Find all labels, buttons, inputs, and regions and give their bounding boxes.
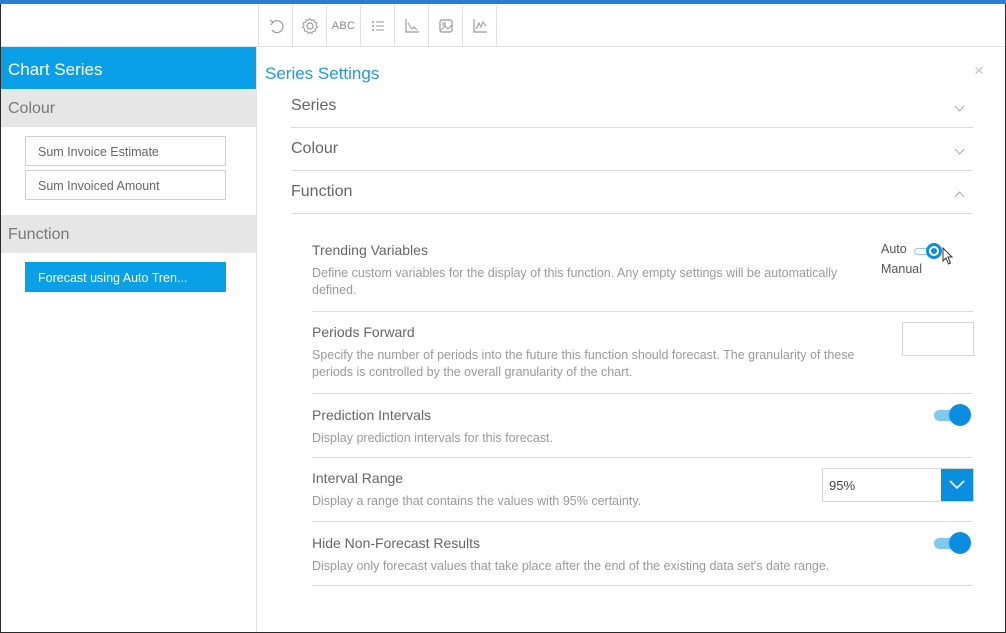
chart-toolbar: ABC <box>258 5 497 46</box>
accordion-series-label: Series <box>291 97 337 114</box>
undo-button[interactable] <box>259 5 293 46</box>
setting-trending-variables: Trending Variables Define custom variabl… <box>312 233 973 312</box>
interval-range-select[interactable]: 95% <box>822 468 974 502</box>
accordion-colour-label: Colour <box>291 140 339 157</box>
toggle-auto-label: Auto <box>881 242 907 256</box>
line-chart-icon <box>472 18 487 33</box>
accordion-series[interactable]: Series <box>291 85 973 128</box>
toggle-knob <box>949 404 971 426</box>
prediction-intervals-title: Prediction Intervals <box>312 407 432 423</box>
hide-non-forecast-toggle[interactable] <box>934 532 971 554</box>
series-settings-panel: Series Settings × Series Colour Function… <box>258 47 1004 632</box>
chevron-up-icon <box>954 191 965 198</box>
chevron-down-icon <box>954 105 965 112</box>
colour-series-list: Sum Invoice Estimate Sum Invoiced Amount <box>1 127 256 215</box>
line-chart-button[interactable] <box>463 5 497 46</box>
setting-prediction-intervals: Prediction Intervals Display prediction … <box>312 394 973 458</box>
accordion-colour[interactable]: Colour <box>291 128 973 171</box>
hide-non-forecast-description: Display only forecast values that take p… <box>312 559 830 573</box>
periods-forward-title: Periods Forward <box>312 324 415 340</box>
interval-range-title: Interval Range <box>312 470 404 486</box>
chevron-down-icon <box>949 480 965 490</box>
periods-forward-input[interactable] <box>902 322 974 356</box>
axis-icon <box>404 18 419 33</box>
setting-interval-range: Interval Range Display a range that cont… <box>312 458 974 522</box>
accordion-function-label: Function <box>291 183 353 200</box>
chevron-down-icon <box>954 148 965 155</box>
series-item-sum-invoice-estimate[interactable]: Sum Invoice Estimate <box>25 136 226 166</box>
function-item-forecast[interactable]: Forecast using Auto Tren... <box>25 262 226 292</box>
toggle-manual-label: Manual <box>881 262 922 276</box>
accordion-function[interactable]: Function <box>291 171 973 214</box>
toggle-knob <box>949 532 971 554</box>
axis-button[interactable] <box>395 5 429 46</box>
chart-series-header: Chart Series <box>1 47 256 89</box>
periods-forward-description: Specify the number of periods into the f… <box>312 348 855 379</box>
image-button[interactable] <box>429 5 463 46</box>
panel-title: Series Settings <box>265 64 380 83</box>
settings-button[interactable] <box>293 5 327 46</box>
setting-periods-forward: Periods Forward Specify the number of pe… <box>312 312 974 394</box>
top-accent-bar <box>0 0 1006 4</box>
trending-variables-description: Define custom variables for the display … <box>312 266 838 297</box>
prediction-intervals-description: Display prediction intervals for this fo… <box>312 431 554 445</box>
text-button[interactable]: ABC <box>327 5 361 46</box>
interval-range-value: 95% <box>829 478 856 493</box>
chart-series-panel: Chart Series Colour Sum Invoice Estimate… <box>1 47 257 632</box>
series-item-sum-invoiced-amount[interactable]: Sum Invoiced Amount <box>25 170 226 200</box>
dropdown-button[interactable] <box>941 469 973 501</box>
interval-range-description: Display a range that contains the values… <box>312 494 642 508</box>
prediction-intervals-toggle[interactable] <box>934 404 971 426</box>
list-button[interactable] <box>361 5 395 46</box>
mouse-cursor-icon <box>942 247 954 265</box>
trending-variables-title: Trending Variables <box>312 242 428 258</box>
hide-non-forecast-title: Hide Non-Forecast Results <box>312 535 481 551</box>
function-list: Forecast using Auto Tren... <box>1 253 256 307</box>
close-icon[interactable]: × <box>974 61 984 81</box>
gear-icon <box>301 17 318 34</box>
undo-icon <box>269 19 284 33</box>
function-section-header[interactable]: Function <box>1 215 256 253</box>
colour-section-header[interactable]: Colour <box>1 89 256 127</box>
list-icon <box>371 20 384 31</box>
image-icon <box>438 18 453 33</box>
text-abc-icon: ABC <box>331 19 356 32</box>
setting-hide-non-forecast: Hide Non-Forecast Results Display only f… <box>312 522 973 586</box>
